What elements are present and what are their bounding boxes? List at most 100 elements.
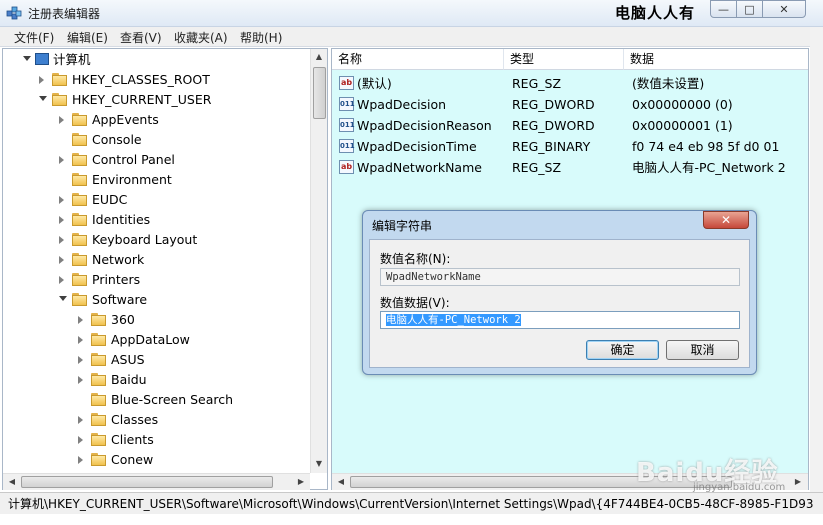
list-row[interactable]: ab WpadNetworkName REG_SZ 电脑人人有-PC_Network …	[332, 157, 808, 178]
expand-arrow-icon[interactable]	[39, 76, 44, 84]
folder-icon	[91, 313, 106, 326]
expand-arrow-icon[interactable]	[59, 236, 64, 244]
tree-item[interactable]: Printers	[3, 270, 323, 290]
folder-icon	[91, 393, 106, 406]
tree-item[interactable]: Console	[3, 130, 323, 150]
expand-arrow-icon[interactable]	[59, 116, 64, 124]
folder-icon	[52, 73, 67, 86]
title-bar: 注册表编辑器 电脑人人有 — □ ✕	[0, 0, 823, 27]
tree-item[interactable]: Keyboard Layout	[3, 230, 323, 250]
string-value-icon: ab	[339, 76, 354, 90]
expand-arrow-icon[interactable]	[59, 216, 64, 224]
folder-icon	[72, 293, 87, 306]
tree-item[interactable]: Conew	[3, 450, 323, 470]
expand-arrow-icon[interactable]	[78, 416, 83, 424]
close-button[interactable]: ✕	[762, 0, 806, 18]
expand-arrow-icon[interactable]	[59, 276, 64, 284]
expand-arrow-icon[interactable]	[78, 356, 83, 364]
collapse-arrow-icon[interactable]	[39, 96, 47, 101]
expand-arrow-icon[interactable]	[78, 316, 83, 324]
expand-arrow-icon[interactable]	[78, 436, 83, 444]
tree-item[interactable]: HKEY_CURRENT_USER	[3, 90, 323, 110]
tree-item[interactable]: Baidu	[3, 370, 323, 390]
tree-label: HKEY_CLASSES_ROOT	[72, 72, 210, 87]
tree-item[interactable]: Control Panel	[3, 150, 323, 170]
scroll-right-icon[interactable]: ▶	[293, 477, 309, 486]
value-data: 0x00000001 (1)	[632, 118, 733, 133]
menu-file[interactable]: 文件(F)	[14, 29, 54, 46]
tree-item[interactable]: Identities	[3, 210, 323, 230]
tree-item[interactable]: AppEvents	[3, 110, 323, 130]
menu-edit[interactable]: 编辑(E)	[67, 29, 108, 46]
column-header-type[interactable]: 类型	[504, 49, 624, 70]
value-type: REG_BINARY	[512, 139, 591, 154]
dialog-title: 编辑字符串	[372, 219, 433, 233]
tree-item[interactable]: EUDC	[3, 190, 323, 210]
tree-item[interactable]: Clients	[3, 430, 323, 450]
tree-item[interactable]: ASUS	[3, 350, 323, 370]
registry-tree[interactable]: 计算机 HKEY_CLASSES_ROOT HKEY_CURRENT_USER Ap…	[2, 48, 328, 490]
value-data-label: 数值数据(V):	[380, 296, 450, 310]
column-header-data[interactable]: 数据	[624, 49, 808, 70]
expand-arrow-icon[interactable]	[59, 196, 64, 204]
scroll-up-icon[interactable]: ▲	[311, 52, 327, 61]
tree-item[interactable]: HKEY_CLASSES_ROOT	[3, 70, 323, 90]
tree-label: Baidu	[111, 372, 147, 387]
tree-item[interactable]: Software	[3, 290, 323, 310]
menu-view[interactable]: 查看(V)	[120, 29, 162, 46]
folder-icon	[72, 233, 87, 246]
collapse-arrow-icon[interactable]	[59, 296, 67, 301]
list-row[interactable]: 011 WpadDecisionReason REG_DWORD 0x00000001…	[332, 115, 808, 136]
tree-item[interactable]: Network	[3, 250, 323, 270]
tree-label: Console	[92, 132, 142, 147]
list-row[interactable]: 011 WpadDecisionTime REG_BINARY f0 74 e4 eb…	[332, 136, 808, 157]
tree-item[interactable]: 360	[3, 310, 323, 330]
dialog-close-button[interactable]: ✕	[703, 211, 749, 229]
value-name: (默认)	[357, 76, 392, 91]
cancel-button[interactable]: 取消	[666, 340, 739, 360]
ok-button[interactable]: 确定	[586, 340, 659, 360]
list-row[interactable]: 011 WpadDecision REG_DWORD 0x00000000 (0)	[332, 94, 808, 115]
expander-icon[interactable]	[23, 56, 31, 61]
tree-label: 计算机	[53, 52, 91, 67]
scroll-right-icon[interactable]: ▶	[790, 477, 806, 486]
column-header-name[interactable]: 名称	[332, 49, 504, 70]
value-name: WpadDecisionTime	[357, 139, 477, 154]
tree-item[interactable]: Environment	[3, 170, 323, 190]
value-data-input[interactable]: 电脑人人有-PC_Network 2	[380, 311, 740, 329]
menu-bar: 文件(F) 编辑(E) 查看(V) 收藏夹(A) 帮助(H)	[0, 27, 823, 47]
value-data: f0 74 e4 eb 98 5f d0 01	[632, 139, 780, 154]
scroll-left-icon[interactable]: ◀	[4, 477, 20, 486]
minimize-button[interactable]: —	[710, 0, 737, 18]
folder-icon	[72, 253, 87, 266]
scroll-left-icon[interactable]: ◀	[333, 477, 349, 486]
expand-arrow-icon[interactable]	[59, 156, 64, 164]
expand-arrow-icon[interactable]	[78, 376, 83, 384]
maximize-button[interactable]: □	[736, 0, 763, 18]
binary-value-icon: 011	[339, 97, 355, 111]
tree-item[interactable]: Classes	[3, 410, 323, 430]
tree-root[interactable]: 计算机	[3, 50, 323, 70]
expand-arrow-icon[interactable]	[59, 256, 64, 264]
tree-horizontal-scrollbar[interactable]: ◀ ▶	[3, 473, 310, 490]
expand-arrow-icon[interactable]	[78, 336, 83, 344]
tree-item[interactable]: Blue-Screen Search	[3, 390, 323, 410]
tree-label: HKEY_CURRENT_USER	[72, 92, 212, 107]
value-name: WpadNetworkName	[357, 160, 482, 175]
folder-icon	[72, 113, 87, 126]
folder-icon	[72, 193, 87, 206]
menu-help[interactable]: 帮助(H)	[240, 29, 282, 46]
tree-label: EUDC	[92, 192, 128, 207]
folder-icon	[52, 93, 67, 106]
scroll-down-icon[interactable]: ▼	[311, 459, 327, 468]
tree-vertical-scrollbar[interactable]: ▲ ▼	[310, 49, 327, 473]
scrollbar-thumb[interactable]	[21, 476, 273, 488]
tree-label: Environment	[92, 172, 172, 187]
tree-item[interactable]: AppDataLow	[3, 330, 323, 350]
tree-label: Control Panel	[92, 152, 175, 167]
value-data: (数值未设置)	[632, 76, 705, 91]
expand-arrow-icon[interactable]	[78, 456, 83, 464]
scrollbar-thumb[interactable]	[313, 67, 326, 119]
list-row[interactable]: ab (默认) REG_SZ (数值未设置)	[332, 73, 808, 94]
menu-favorites[interactable]: 收藏夹(A)	[174, 29, 228, 46]
